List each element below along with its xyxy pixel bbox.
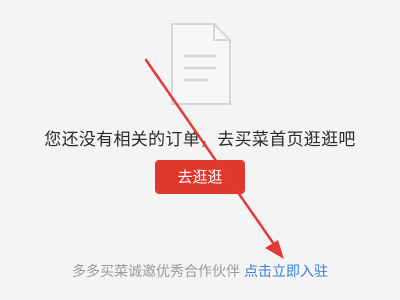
document-icon (168, 22, 232, 106)
empty-orders-message: 您还没有相关的订单，去买菜首页逛逛吧 (44, 130, 356, 150)
partner-invite-text: 多多买菜诚邀优秀合作伙伴 (72, 264, 240, 280)
empty-orders-screen: 您还没有相关的订单，去买菜首页逛逛吧 去逛逛 多多买菜诚邀优秀合作伙伴 点击立即入… (0, 0, 400, 300)
browse-home-button[interactable]: 去逛逛 (155, 160, 245, 194)
merchant-invite-footer: 多多买菜诚邀优秀合作伙伴 点击立即入驻 (0, 262, 400, 282)
join-now-link[interactable]: 点击立即入驻 (244, 264, 328, 280)
